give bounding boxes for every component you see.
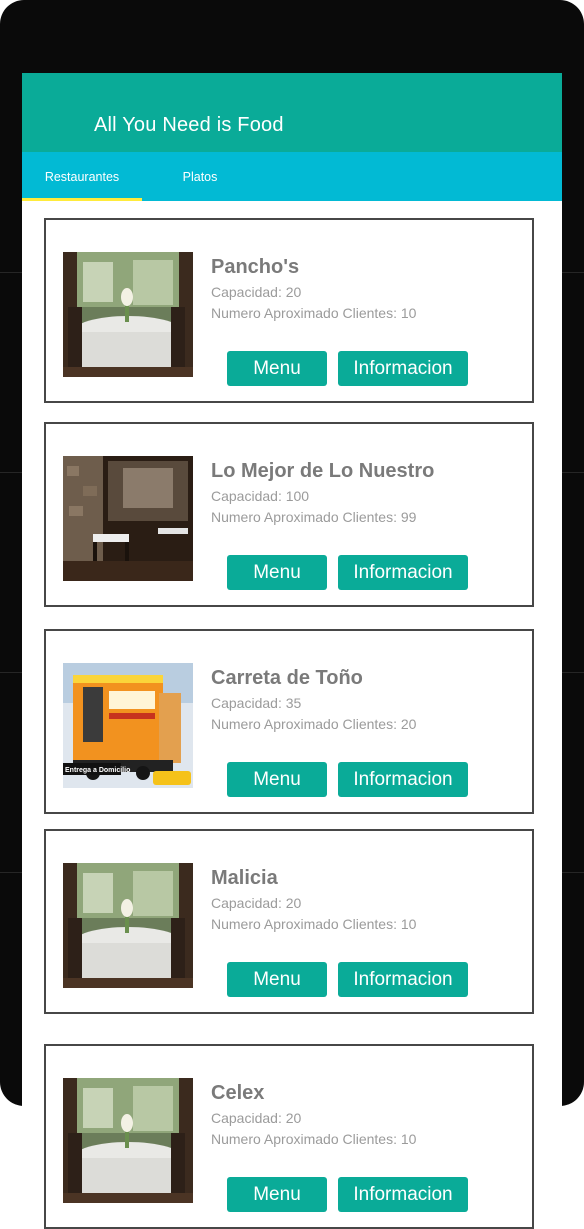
restaurant-capacity: Capacidad: 35 — [211, 695, 302, 711]
restaurant-clients: Numero Aproximado Clientes: 10 — [211, 916, 417, 932]
restaurant-card: Malicia Capacidad: 20 Numero Aproximado … — [44, 829, 534, 1014]
tab-indicator — [22, 198, 142, 201]
restaurant-capacity: Capacidad: 20 — [211, 895, 302, 911]
restaurant-image — [63, 456, 193, 581]
menu-button[interactable]: Menu — [227, 555, 327, 590]
restaurant-capacity: Capacidad: 100 — [211, 488, 310, 504]
menu-button[interactable]: Menu — [227, 1177, 327, 1212]
restaurant-capacity: Capacidad: 20 — [211, 1110, 302, 1126]
restaurant-name: Malicia — [211, 867, 278, 889]
tab-platos[interactable]: Platos — [140, 152, 260, 201]
tab-bar: Restaurantes Platos — [22, 152, 562, 201]
restaurant-clients: Numero Aproximado Clientes: 10 — [211, 305, 417, 321]
restaurant-card: Lo Mejor de Lo Nuestro Capacidad: 100 Nu… — [44, 422, 534, 607]
restaurant-card: Pancho's Capacidad: 20 Numero Aproximado… — [44, 218, 534, 403]
info-button[interactable]: Informacion — [338, 962, 468, 997]
info-button[interactable]: Informacion — [338, 351, 468, 386]
menu-button[interactable]: Menu — [227, 762, 327, 797]
restaurant-clients: Numero Aproximado Clientes: 20 — [211, 716, 417, 732]
tab-restaurantes[interactable]: Restaurantes — [22, 152, 142, 201]
app-screen: All You Need is Food Restaurantes Platos — [22, 73, 562, 1229]
restaurant-name: Celex — [211, 1082, 265, 1104]
restaurant-clients: Numero Aproximado Clientes: 10 — [211, 1131, 417, 1147]
restaurant-image: Entrega a Domicilio — [63, 663, 193, 788]
restaurant-card: Celex Capacidad: 20 Numero Aproximado Cl… — [44, 1044, 534, 1229]
restaurant-name: Pancho's — [211, 256, 300, 278]
restaurant-image — [63, 1078, 193, 1203]
app-title: All You Need is Food — [94, 114, 284, 136]
restaurant-capacity: Capacidad: 20 — [211, 284, 302, 300]
restaurant-card: Entrega a Domicilio Carreta de Toño Capa… — [44, 629, 534, 814]
info-button[interactable]: Informacion — [338, 1177, 468, 1212]
info-button[interactable]: Informacion — [338, 762, 468, 797]
restaurant-image — [63, 252, 193, 377]
menu-button[interactable]: Menu — [227, 962, 327, 997]
truck-sign-text: Entrega a Domicilio — [65, 767, 130, 774]
menu-button[interactable]: Menu — [227, 351, 327, 386]
restaurant-image — [63, 863, 193, 988]
info-button[interactable]: Informacion — [338, 555, 468, 590]
restaurant-clients: Numero Aproximado Clientes: 99 — [211, 509, 417, 525]
app-bar: All You Need is Food — [22, 73, 562, 152]
restaurant-name: Carreta de Toño — [211, 667, 363, 689]
restaurant-name: Lo Mejor de Lo Nuestro — [211, 460, 435, 482]
